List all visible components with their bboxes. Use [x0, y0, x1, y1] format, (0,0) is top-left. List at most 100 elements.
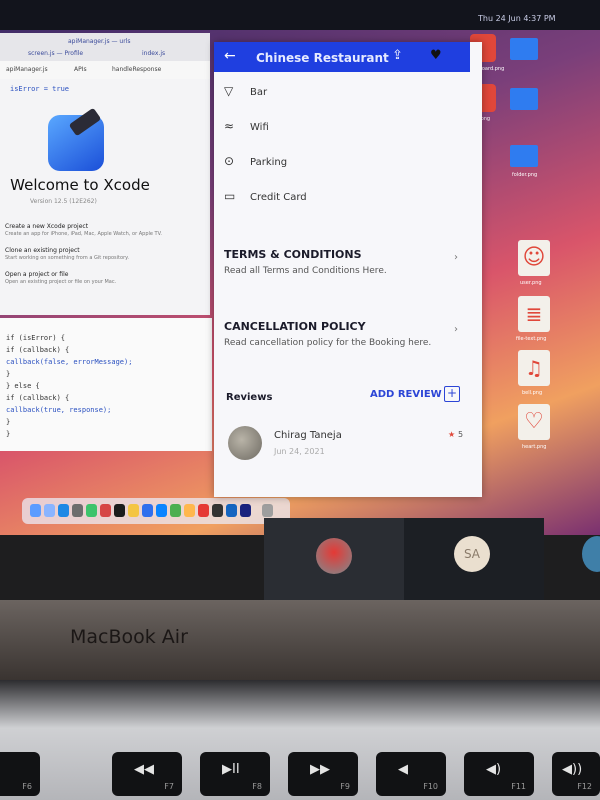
terminal-icon[interactable]: [114, 504, 125, 517]
cancellation-title: CANCELLATION POLICY: [224, 320, 366, 333]
tab-screen[interactable]: screen.js — Profile: [28, 50, 83, 57]
key-symbol: ◀): [486, 762, 502, 777]
amenity-parking: Parking: [250, 157, 288, 168]
page-title: Chinese Restaurant: [256, 51, 389, 65]
dock: [22, 498, 290, 524]
wifi-icon: ≈: [224, 119, 235, 133]
tab-apimanager[interactable]: apiManager.js — urls: [68, 38, 130, 45]
key-label: F12: [577, 782, 592, 791]
menubar-clock: Thu 24 Jun 4:37 PM: [478, 14, 556, 23]
android-studio-icon[interactable]: [170, 504, 181, 517]
tab-index[interactable]: index.js: [142, 50, 165, 57]
xcode-dock-icon[interactable]: [142, 504, 153, 517]
cancellation-row[interactable]: CANCELLATION POLICY Read cancellation po…: [214, 312, 470, 362]
clone-project-option[interactable]: Clone an existing project: [5, 247, 80, 254]
code-editor[interactable]: if (isError) { if (callback) { callback(…: [0, 318, 212, 451]
calendar-icon[interactable]: [100, 504, 111, 517]
key-f10[interactable]: ◀ F10: [376, 752, 446, 796]
plus-icon[interactable]: +: [444, 386, 460, 402]
key-symbol: ◀: [398, 762, 408, 777]
clone-project-desc: Start working on something from a Git re…: [5, 255, 129, 261]
terms-row[interactable]: TERMS & CONDITIONS Read all Terms and Co…: [214, 238, 470, 288]
key-label: F9: [340, 782, 350, 791]
app-icon[interactable]: [198, 504, 209, 517]
code-snippet: isError = true: [10, 85, 70, 93]
code-line: callback(true, response);: [6, 406, 112, 414]
terms-title: TERMS & CONDITIONS: [224, 248, 362, 261]
simulator-window: ← Chinese Restaurant ⇪ ♥ ▽ Bar ≈ Wifi ⊙ …: [214, 42, 482, 497]
review-date: Jun 24, 2021: [274, 447, 325, 456]
app-header: ← Chinese Restaurant ⇪ ♥: [214, 42, 470, 72]
add-review-button[interactable]: ADD REVIEW: [370, 389, 442, 400]
key-f9[interactable]: ▶▶ F9: [288, 752, 358, 796]
key-label: F6: [22, 782, 32, 791]
xcode-window: apiManager.js — urls screen.js — Profile…: [0, 33, 210, 315]
folder-icon[interactable]: [510, 145, 538, 167]
vscode-icon[interactable]: [156, 504, 167, 517]
heart-icon[interactable]: ♥: [430, 48, 442, 63]
glass-icon: ▽: [224, 84, 234, 98]
desktop-file-label: user.png: [520, 280, 542, 286]
key-f12[interactable]: ◀)) F12: [552, 752, 600, 796]
trash-icon[interactable]: [262, 504, 273, 517]
key-f11[interactable]: ◀) F11: [464, 752, 534, 796]
terms-desc: Read all Terms and Conditions Here.: [224, 266, 387, 276]
key-symbol: ▶▶: [310, 762, 330, 777]
code-line: if (isError) {: [6, 334, 66, 342]
participant-initials: SA: [454, 536, 490, 572]
app-icon[interactable]: [212, 504, 223, 517]
star-icon: ★: [448, 430, 456, 439]
folder-icon[interactable]: [510, 88, 538, 110]
key-symbol: ◀◀: [134, 762, 154, 777]
open-project-desc: Open an existing project or file on your…: [5, 279, 117, 285]
reviewer-name: Chirag Taneja: [274, 430, 342, 441]
video-tile[interactable]: [264, 518, 404, 600]
back-arrow-icon[interactable]: ←: [224, 48, 236, 64]
chevron-right-icon: ›: [454, 252, 458, 263]
launchpad-icon[interactable]: [44, 504, 55, 517]
app-icon[interactable]: [184, 504, 195, 517]
app-icon[interactable]: [226, 504, 237, 517]
avatar: [228, 426, 262, 460]
breadcrumb-file[interactable]: apiManager.js: [6, 66, 48, 73]
desktop-file-label: bell.png: [522, 390, 543, 396]
safari-icon[interactable]: [58, 504, 69, 517]
file-text-icon[interactable]: ≣: [518, 296, 550, 332]
app-icon[interactable]: [240, 504, 251, 517]
finder-icon[interactable]: [30, 504, 41, 517]
messages-icon[interactable]: [86, 504, 97, 517]
amenity-credit-card: Credit Card: [250, 192, 307, 203]
breadcrumb-function[interactable]: handleResponse: [112, 66, 161, 73]
key-label: F8: [252, 782, 262, 791]
key-f7[interactable]: ◀◀ F7: [112, 752, 182, 796]
settings-icon[interactable]: [72, 504, 83, 517]
key-f6[interactable]: ☾ F6: [0, 752, 40, 796]
video-tile[interactable]: SA: [404, 518, 544, 600]
share-icon[interactable]: ⇪: [392, 48, 403, 63]
desktop-file-label: folder.png: [512, 172, 538, 178]
key-label: F7: [164, 782, 174, 791]
create-project-option[interactable]: Create a new Xcode project: [5, 223, 88, 230]
user-icon[interactable]: ☺: [518, 240, 550, 276]
open-project-option[interactable]: Open a project or file: [5, 271, 68, 278]
bell-icon[interactable]: ♫: [518, 350, 550, 386]
card-icon: ▭: [224, 189, 236, 203]
screen: Thu 24 Jun 4:37 PM apiManager.js — urls …: [0, 0, 600, 535]
heart-icon[interactable]: ♡: [518, 404, 550, 440]
amenity-wifi: Wifi: [250, 122, 269, 133]
amenity-bar: Bar: [250, 87, 268, 98]
key-symbol: ☾: [0, 762, 4, 777]
desktop-file-label: heart.png: [522, 444, 547, 450]
review-rating: 5: [458, 430, 464, 439]
breadcrumb: apiManager.js APIs handleResponse: [0, 61, 210, 79]
pin-icon: ⊙: [224, 154, 235, 168]
folder-icon[interactable]: [510, 38, 538, 60]
breadcrumb-folder[interactable]: APIs: [74, 66, 87, 73]
code-line: }: [6, 370, 11, 378]
code-line: if (callback) {: [6, 394, 70, 402]
key-symbol: ▶II: [222, 762, 240, 777]
key-f8[interactable]: ▶II F8: [200, 752, 270, 796]
xcode-tab-bar: apiManager.js — urls screen.js — Profile…: [0, 33, 210, 62]
notes-icon[interactable]: [128, 504, 139, 517]
key-label: F11: [511, 782, 526, 791]
